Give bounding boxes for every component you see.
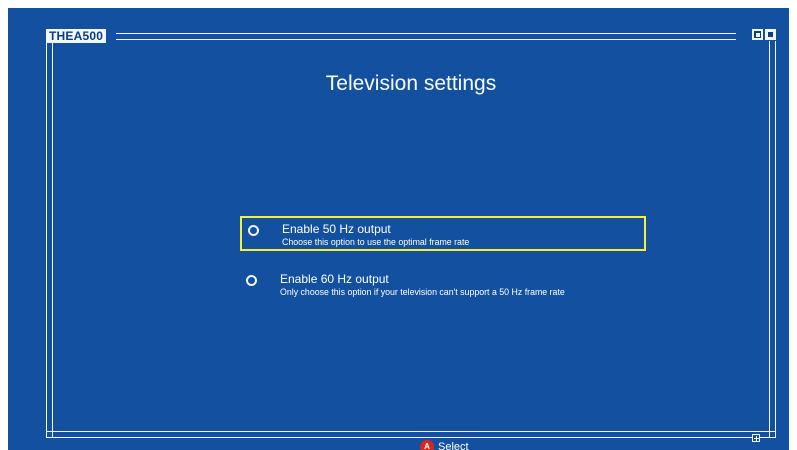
frame-rate-options: Enable 50 Hz output Choose this option t…	[240, 216, 660, 320]
radio-button-icon[interactable]	[248, 225, 259, 236]
right-frame-line	[769, 41, 776, 438]
television-settings-screen: THEA500 Television settings Enable 50 Hz…	[8, 8, 789, 450]
page-title: Television settings	[325, 72, 497, 95]
bottom-frame-line	[46, 431, 776, 438]
select-hint[interactable]: A Select	[420, 440, 469, 450]
top-frame-line	[116, 33, 736, 40]
option-description: Choose this option to use the optimal fr…	[282, 237, 470, 247]
a-button-icon: A	[420, 440, 434, 450]
enable-50hz-option[interactable]: Enable 50 Hz output Choose this option t…	[240, 216, 646, 251]
left-frame-line	[46, 41, 53, 438]
menu-frame: THEA500 Television settings Enable 50 Hz…	[46, 29, 776, 450]
minimize-icon[interactable]	[752, 29, 763, 40]
option-title: Enable 50 Hz output	[282, 222, 391, 236]
option-title: Enable 60 Hz output	[280, 272, 389, 286]
window-controls	[752, 29, 776, 40]
maximize-icon[interactable]	[765, 29, 776, 40]
resize-icon[interactable]	[752, 434, 760, 442]
enable-60hz-option[interactable]: Enable 60 Hz output Only choose this opt…	[240, 268, 660, 303]
radio-button-icon[interactable]	[246, 275, 257, 286]
option-description: Only choose this option if your televisi…	[280, 287, 565, 297]
brand-label: THEA500	[46, 29, 107, 43]
select-label: Select	[438, 441, 469, 450]
